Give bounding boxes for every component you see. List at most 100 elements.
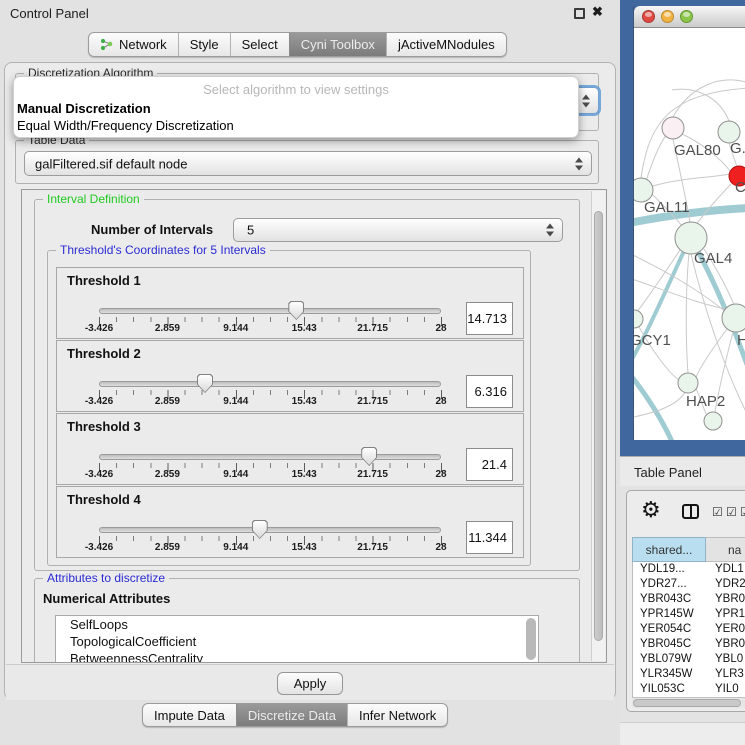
table-data-combobox[interactable]: galFiltered.sif default node	[24, 151, 592, 176]
threshold-value-field[interactable]: 11.344	[466, 521, 513, 554]
combo-value: 5	[247, 223, 254, 238]
cyni-toolbox-panel: Discretization Algorithm Select algorith…	[4, 62, 616, 700]
control-panel-titlebar: Control Panel ✖	[0, 0, 620, 26]
threshold-4-panel: Threshold 4 -3.426 2.859 9.144 15.43	[56, 486, 524, 558]
attributes-listbox[interactable]: SelfLoops TopologicalCoefficient Between…	[55, 615, 539, 663]
network-canvas[interactable]: GAL80 G. C GAL11 GAL4 GCY1 H HAP2	[634, 28, 745, 440]
node-gal80[interactable]	[662, 117, 684, 139]
close-icon[interactable]: ✖	[592, 4, 603, 20]
num-intervals-label: Number of Intervals	[91, 222, 213, 237]
threshold-4-slider[interactable]: -3.426 2.859 9.144 15.43 21.715 28	[99, 487, 441, 559]
node-label: HAP2	[686, 393, 725, 410]
dropdown-option-equal-width[interactable]: Equal Width/Frequency Discretization	[17, 117, 575, 134]
threshold-3-slider[interactable]: -3.426 2.859 9.144 15.43 21.715 28	[99, 414, 441, 486]
network-nodes	[634, 117, 745, 430]
scrollbar-thumb[interactable]	[633, 699, 741, 707]
node-bottom[interactable]	[704, 412, 722, 430]
table-row[interactable]: YBL079WYBL0	[633, 652, 745, 667]
table-rows: YDL19...YDL1 YDR27...YDR2 YBR043CYBR0 YP…	[632, 562, 745, 697]
threshold-3-panel: Threshold 3 -3.426 2.859 9.144 15.43	[56, 413, 524, 485]
network-icon	[100, 38, 113, 51]
slider-major-ticks	[99, 536, 442, 545]
node-label: GCY1	[634, 332, 671, 349]
column-header-shared[interactable]: shared...	[632, 537, 706, 562]
node-label: GAL80	[674, 142, 721, 159]
tab-style[interactable]: Style	[178, 33, 230, 56]
tab-discretize-data[interactable]: Discretize Data	[236, 704, 347, 726]
list-item[interactable]: TopologicalCoefficient	[56, 633, 538, 650]
checkbox-icon[interactable]: ☑	[712, 505, 723, 519]
table-row[interactable]: YDR27...YDR2	[633, 577, 745, 592]
slider-track[interactable]	[99, 381, 441, 387]
slider-track[interactable]	[99, 308, 441, 314]
threshold-2-slider[interactable]: -3.426 2.859 9.144 15.43 21.715 28	[99, 341, 441, 413]
list-item[interactable]: SelfLoops	[56, 616, 538, 633]
bottom-strip	[620, 722, 745, 745]
node-label: GAL4	[694, 250, 732, 267]
threshold-value-field[interactable]: 21.4	[466, 448, 513, 481]
table-row[interactable]: YBR043CYBR0	[633, 592, 745, 607]
checkbox-icon[interactable]: ☑	[740, 505, 745, 519]
combo-stepper-icon	[575, 157, 584, 170]
slider-major-ticks	[99, 390, 442, 399]
threshold-1-slider[interactable]: -3.426 2.859 9.144 15.43 21.715 28	[99, 268, 441, 340]
minimize-window-icon[interactable]	[661, 10, 674, 23]
table-row[interactable]: YIL053CYIL0	[633, 682, 745, 697]
tab-select[interactable]: Select	[230, 33, 289, 56]
slider-major-ticks	[99, 317, 442, 326]
threshold-value-field[interactable]: 14.713	[466, 302, 513, 335]
node-label: H	[737, 332, 745, 349]
bottom-tabbar: Impute Data Discretize Data Infer Networ…	[142, 703, 448, 727]
num-intervals-combobox[interactable]: 5	[233, 218, 563, 242]
tab-label: Network	[119, 37, 167, 52]
combo-value: galFiltered.sif default node	[35, 156, 187, 171]
scrollbar-thumb[interactable]	[594, 211, 603, 641]
combo-stepper-icon	[582, 94, 591, 107]
float-panel-icon[interactable]	[574, 8, 585, 19]
table-row[interactable]: YER054CYER0	[633, 622, 745, 637]
node-label: C	[735, 179, 745, 196]
list-scrollbar[interactable]	[526, 618, 536, 660]
threshold-1-panel: Threshold 1 -3.426 2.859 9.144 15.43	[56, 267, 524, 339]
dropdown-option-manual[interactable]: Manual Discretization	[17, 100, 575, 117]
group-legend: Attributes to discretize	[43, 571, 169, 585]
close-window-icon[interactable]	[642, 10, 655, 23]
tab-network[interactable]: Network	[89, 33, 178, 56]
network-window-frame: GAL80 G. C GAL11 GAL4 GCY1 H HAP2	[620, 0, 745, 456]
slider-track[interactable]	[99, 527, 441, 533]
group-legend: Threshold's Coordinates for 5 Intervals	[56, 243, 270, 257]
list-item[interactable]: BetweennessCentrality	[56, 650, 538, 663]
apply-row: Apply	[6, 664, 614, 700]
node-label: GAL11	[644, 199, 690, 216]
control-panel: Control Panel ✖ Network Style Select Cyn…	[0, 0, 620, 745]
tab-infer-network[interactable]: Infer Network	[347, 704, 447, 726]
gear-icon[interactable]: ⚙	[641, 497, 661, 523]
right-side: GAL80 G. C GAL11 GAL4 GCY1 H HAP2 Table …	[620, 0, 745, 745]
tab-cyni-toolbox[interactable]: Cyni Toolbox	[289, 33, 386, 56]
table-row[interactable]: YPR145WYPR1	[633, 607, 745, 622]
table-row[interactable]: YDL19...YDL1	[633, 562, 745, 577]
tab-jactivemnodules[interactable]: jActiveMNodules	[386, 33, 506, 56]
slider-track[interactable]	[99, 454, 441, 460]
window-titlebar[interactable]	[634, 6, 745, 28]
column-layout-icon[interactable]	[682, 504, 699, 519]
panel-title: Control Panel	[10, 6, 89, 21]
pane-vertical-scrollbar[interactable]	[591, 191, 605, 661]
apply-button[interactable]: Apply	[277, 672, 343, 695]
horizontal-scrollbar[interactable]	[632, 697, 745, 708]
table-row[interactable]: YBR045CYBR0	[633, 637, 745, 652]
node-hap2[interactable]	[678, 373, 698, 393]
node-h[interactable]	[722, 304, 745, 332]
table-panel: Table Panel ⚙ ☑ ☑ ☑ shared... na YDL19..…	[620, 456, 745, 745]
zoom-window-icon[interactable]	[680, 10, 693, 23]
tab-impute-data[interactable]: Impute Data	[143, 704, 236, 726]
node-gcy1[interactable]	[634, 310, 643, 328]
threshold-value-field[interactable]: 6.316	[466, 375, 513, 408]
table-panel-body: ⚙ ☑ ☑ ☑ shared... na YDL19...YDL1 YDR27.…	[626, 490, 745, 712]
table-panel-title: Table Panel	[634, 465, 702, 480]
algorithm-placeholder: Select algorithm to view settings	[14, 82, 578, 97]
table-row[interactable]: YLR345WYLR3	[633, 667, 745, 682]
interval-definition-group: Interval Definition Number of Intervals …	[34, 199, 580, 571]
checkbox-icon[interactable]: ☑	[726, 505, 737, 519]
column-header-name[interactable]: na	[706, 537, 745, 562]
